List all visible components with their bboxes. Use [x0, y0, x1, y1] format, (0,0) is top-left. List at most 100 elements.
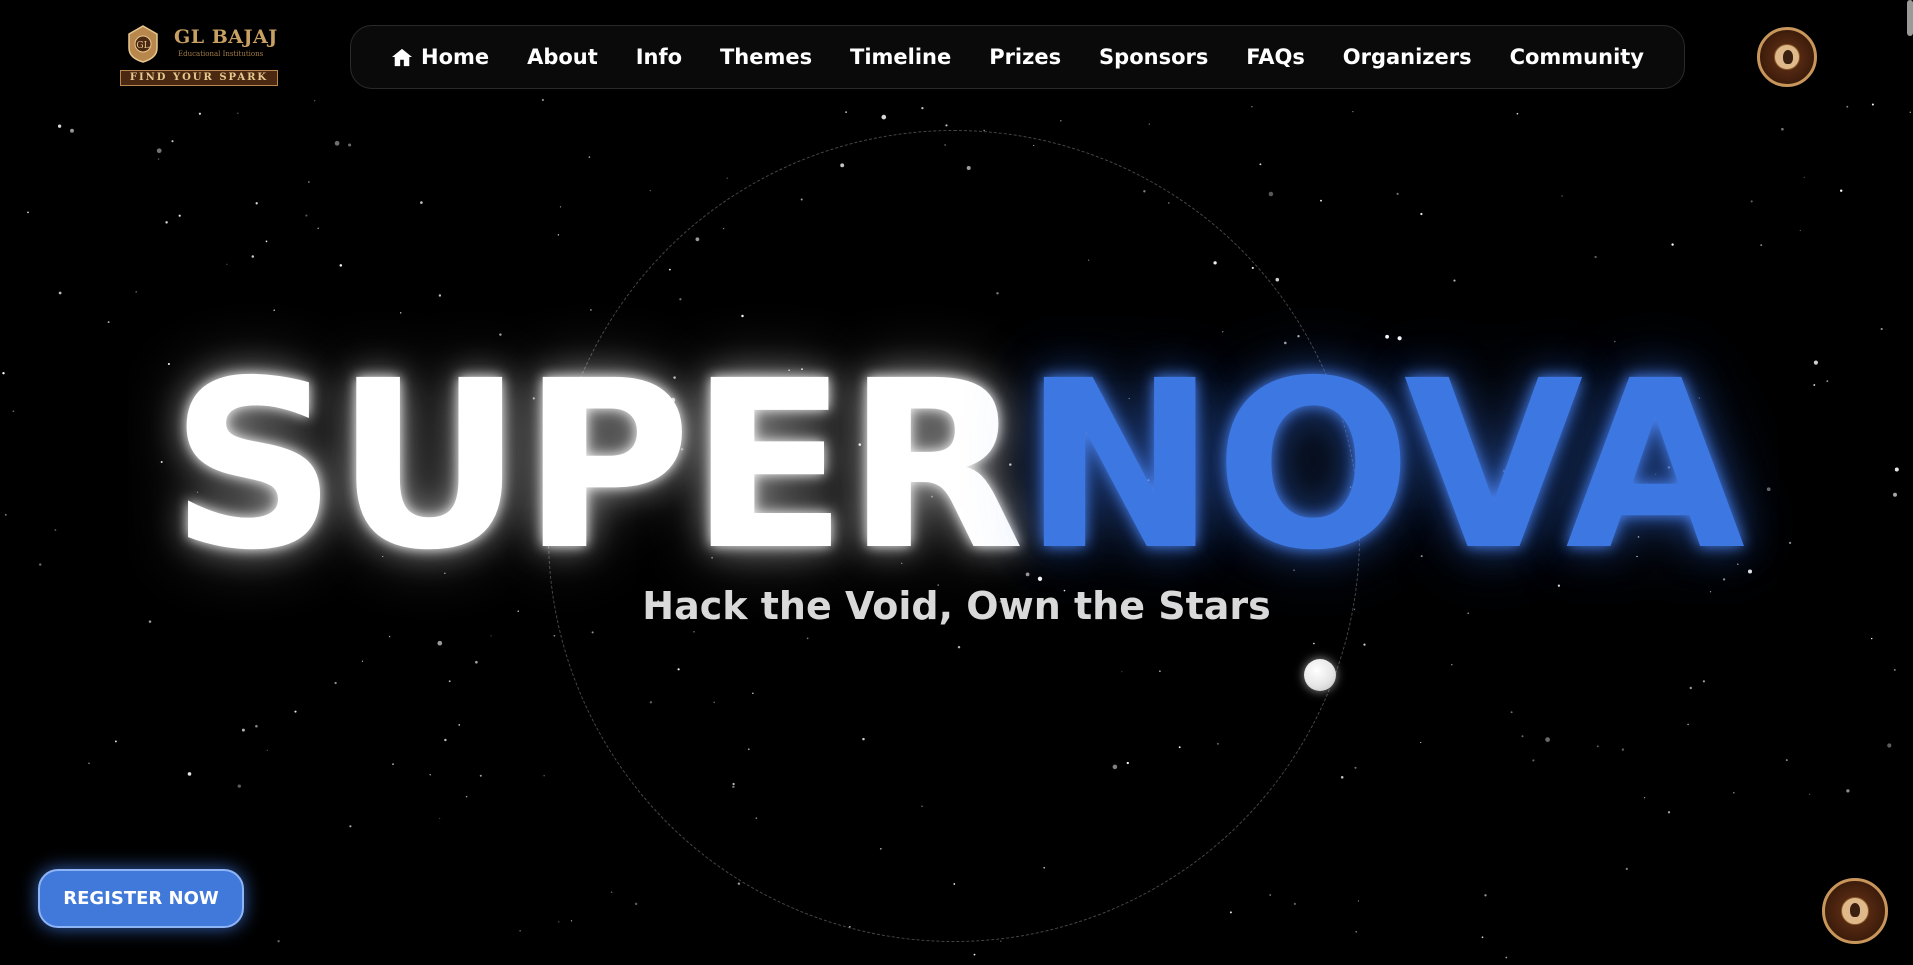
- star: [255, 724, 258, 728]
- star: [519, 930, 521, 932]
- nav-faqs[interactable]: FAQs: [1246, 45, 1305, 69]
- star: [444, 738, 447, 742]
- star: [1320, 199, 1322, 202]
- star: [198, 112, 202, 115]
- star: [490, 635, 492, 637]
- hero-title: SUPERNOVA: [0, 350, 1913, 582]
- gl-bajaj-logo[interactable]: GL GL BAJAJ Educational Institutions FIN…: [120, 24, 280, 88]
- star: [187, 772, 192, 776]
- star: [1803, 176, 1805, 178]
- star: [294, 710, 297, 713]
- home-icon: [392, 48, 412, 67]
- club-emblem-icon: [1841, 897, 1869, 925]
- star: [1510, 711, 1513, 714]
- star: [114, 740, 117, 743]
- star: [165, 221, 168, 224]
- nav-home[interactable]: Home: [391, 45, 489, 69]
- star: [1594, 255, 1597, 259]
- star: [557, 234, 560, 236]
- star: [448, 680, 451, 683]
- nav-prizes[interactable]: Prizes: [989, 45, 1061, 69]
- nav-organizers[interactable]: Organizers: [1343, 45, 1472, 69]
- nav-themes[interactable]: Themes: [720, 45, 812, 69]
- club-logo-top[interactable]: [1757, 27, 1817, 87]
- star: [1259, 163, 1262, 166]
- star: [1396, 192, 1399, 196]
- star: [1909, 111, 1911, 113]
- star: [737, 882, 741, 885]
- star: [178, 214, 181, 217]
- star: [305, 214, 308, 217]
- star: [881, 114, 887, 120]
- star: [1354, 766, 1357, 769]
- nav-home-label: Home: [421, 45, 490, 69]
- hero-tagline: Hack the Void, Own the Stars: [642, 584, 1271, 628]
- star: [1451, 664, 1453, 666]
- nav-about[interactable]: About: [527, 45, 598, 69]
- star: [1561, 195, 1563, 197]
- nav-community[interactable]: Community: [1510, 45, 1644, 69]
- star: [266, 749, 268, 751]
- star: [348, 143, 352, 147]
- nav-sponsors[interactable]: Sponsors: [1099, 45, 1208, 69]
- register-now-button[interactable]: REGISTER NOW: [38, 869, 244, 928]
- star: [1148, 123, 1150, 125]
- star: [1251, 106, 1253, 108]
- star: [1357, 900, 1359, 902]
- star: [1750, 200, 1753, 203]
- star: [1644, 797, 1646, 799]
- star: [1268, 191, 1274, 197]
- star: [559, 206, 562, 208]
- star: [58, 291, 62, 295]
- star: [1505, 956, 1508, 959]
- star: [1420, 741, 1422, 744]
- star: [1060, 120, 1062, 122]
- star: [945, 124, 948, 127]
- star: [1671, 243, 1674, 246]
- orbiting-planet: [1304, 659, 1336, 691]
- star: [1363, 643, 1366, 646]
- star: [251, 255, 255, 258]
- star: [558, 921, 560, 923]
- logo-tagline-banner: FIND YOUR SPARK: [120, 70, 278, 86]
- star: [465, 795, 468, 798]
- hero-title-super: SUPER: [169, 331, 1025, 601]
- star: [1481, 936, 1484, 939]
- star: [1809, 793, 1811, 795]
- star: [88, 762, 90, 764]
- star: [1625, 867, 1628, 871]
- star: [420, 201, 423, 204]
- star: [1340, 776, 1344, 779]
- star: [70, 128, 74, 133]
- star: [1352, 111, 1354, 113]
- star: [1667, 811, 1671, 814]
- star: [1871, 637, 1873, 640]
- star: [237, 784, 241, 788]
- star: [388, 635, 391, 638]
- scrollbar-thumb[interactable]: [1907, 0, 1913, 36]
- star: [726, 177, 728, 179]
- star: [399, 312, 402, 314]
- star: [314, 100, 316, 102]
- star: [439, 817, 441, 819]
- star: [1781, 127, 1784, 131]
- nav-info[interactable]: Info: [636, 45, 682, 69]
- star: [1893, 668, 1896, 671]
- star: [437, 640, 443, 646]
- star: [135, 290, 138, 293]
- star: [845, 111, 847, 113]
- star: [349, 825, 352, 828]
- star: [429, 774, 431, 776]
- logo-subtitle: Educational Institutions: [178, 50, 264, 58]
- star: [1732, 791, 1735, 794]
- club-emblem-icon: [1774, 44, 1800, 70]
- svg-text:GL: GL: [136, 41, 149, 51]
- star: [1846, 105, 1849, 108]
- nav-timeline[interactable]: Timeline: [850, 45, 951, 69]
- star: [334, 140, 340, 146]
- star: [479, 774, 482, 777]
- star: [588, 156, 591, 158]
- star: [1871, 103, 1874, 106]
- star: [1887, 743, 1892, 748]
- club-logo-bottom[interactable]: [1822, 878, 1888, 944]
